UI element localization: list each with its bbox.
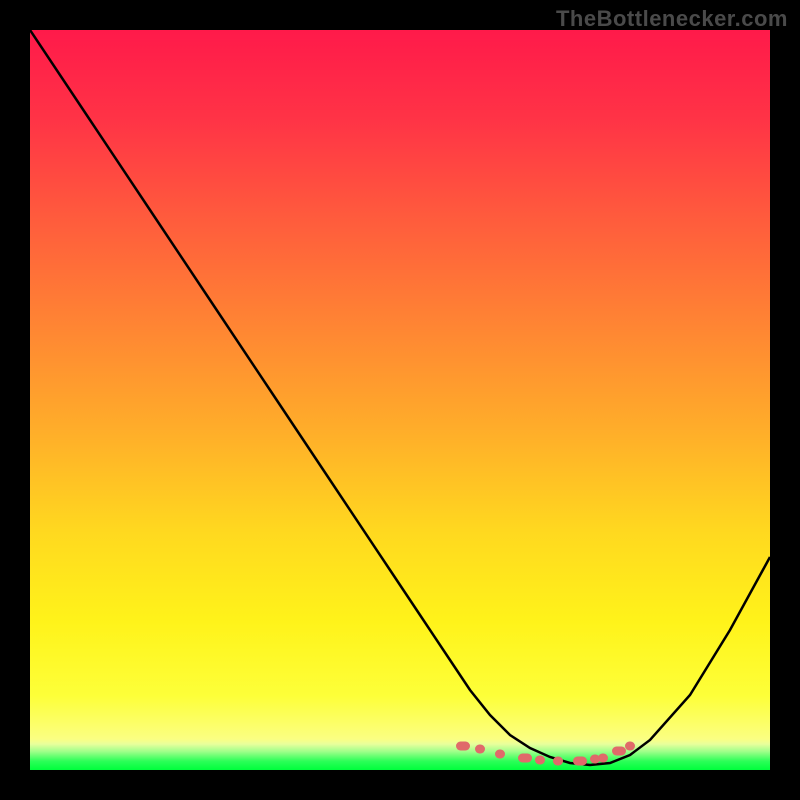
chart-svg: [30, 30, 770, 770]
watermark-label: TheBottlenecker.com: [556, 6, 788, 32]
chart-container: TheBottlenecker.com: [0, 0, 800, 800]
plot-area: [30, 30, 770, 770]
curve-dot: [495, 750, 505, 759]
gradient-background: [30, 30, 770, 770]
curve-dot: [475, 745, 485, 754]
curve-dot: [625, 742, 635, 751]
curve-dot: [535, 756, 545, 765]
curve-dot: [518, 754, 532, 763]
curve-dot: [553, 757, 563, 766]
curve-dot: [456, 742, 470, 751]
curve-dot: [598, 754, 608, 763]
curve-dot: [612, 747, 626, 756]
curve-dot: [573, 757, 587, 766]
